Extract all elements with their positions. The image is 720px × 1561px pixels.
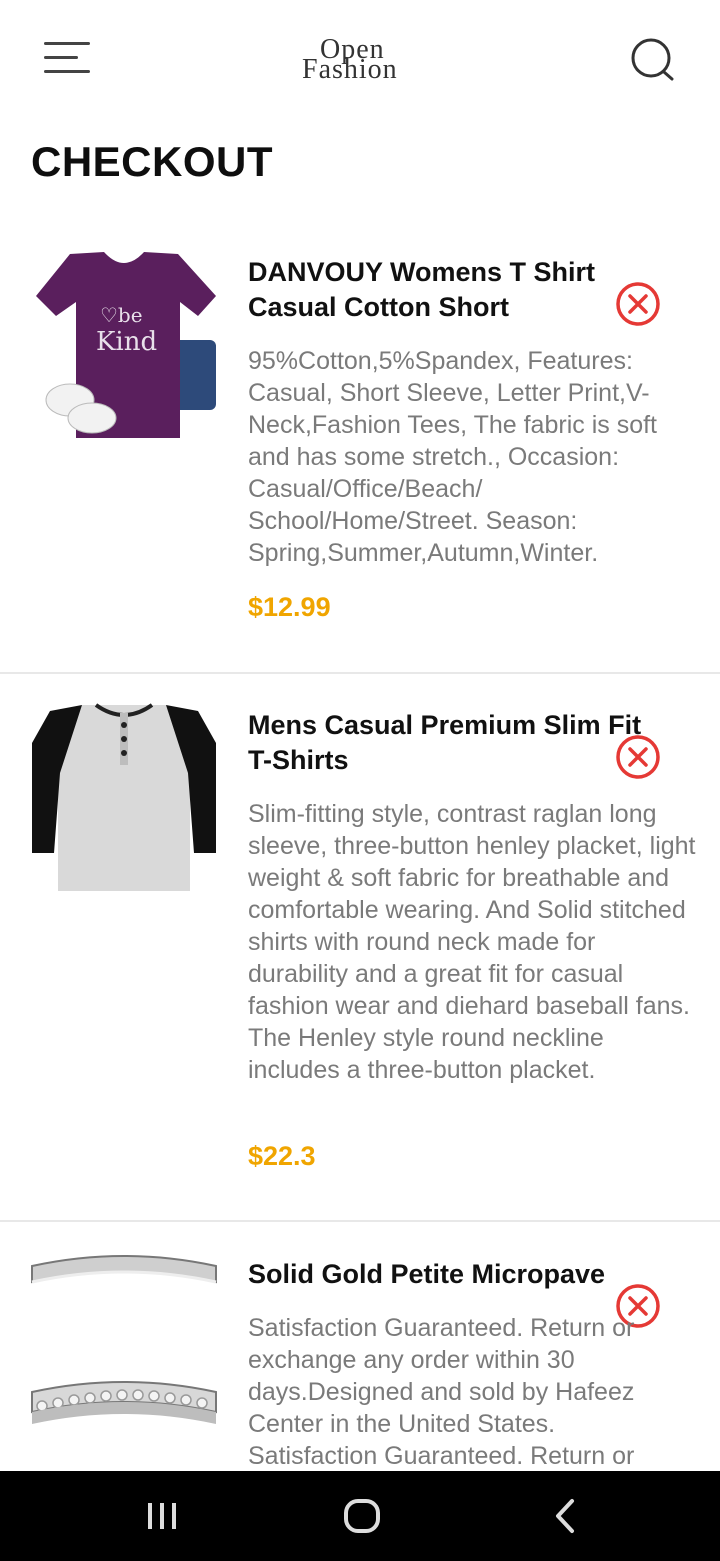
svg-text:♡be: ♡be bbox=[100, 303, 143, 327]
svg-text:Kind: Kind bbox=[96, 327, 157, 357]
item-description: 95%Cotton,5%Spandex, Features: Casual, S… bbox=[248, 347, 657, 567]
remove-item-icon[interactable] bbox=[614, 733, 662, 781]
page-title: CHECKOUT bbox=[31, 138, 273, 185]
remove-item-icon[interactable] bbox=[614, 280, 662, 328]
cart-item: ♡be Kind DANVOUY Womens T Shirt Casual C… bbox=[0, 250, 720, 670]
hamburger-menu-icon[interactable] bbox=[44, 42, 92, 76]
product-image-henley-shirt[interactable] bbox=[30, 703, 218, 891]
item-price: $12.99 bbox=[248, 592, 331, 622]
logo-word-fashion: Fashion bbox=[302, 54, 398, 85]
recent-apps-icon[interactable] bbox=[132, 1491, 192, 1541]
product-image-tshirt[interactable]: ♡be Kind bbox=[30, 250, 218, 438]
item-divider bbox=[0, 672, 720, 674]
search-icon[interactable] bbox=[630, 38, 676, 84]
item-description: Satisfaction Guaranteed. Return or excha… bbox=[248, 1314, 635, 1470]
system-navigation-bar bbox=[0, 1471, 720, 1561]
product-image-ring[interactable] bbox=[30, 1252, 218, 1440]
home-icon[interactable] bbox=[332, 1491, 392, 1541]
app-header: Open Fashion bbox=[0, 0, 720, 120]
item-name: Mens Casual Premium Slim Fit T-Shirts bbox=[248, 710, 642, 775]
back-icon[interactable] bbox=[534, 1491, 594, 1541]
cart-item: Solid Gold Petite Micropave Satisfaction… bbox=[0, 1252, 720, 1471]
app-logo[interactable]: Open Fashion bbox=[298, 32, 422, 88]
cart-item: Mens Casual Premium Slim Fit T-Shirts Sl… bbox=[0, 703, 720, 1218]
item-divider bbox=[0, 1220, 720, 1222]
item-name: Solid Gold Petite Micropave bbox=[248, 1259, 606, 1289]
item-description: Slim-fitting style, contrast raglan long… bbox=[248, 800, 696, 1084]
item-name: DANVOUY Womens T Shirt Casual Cotton Sho… bbox=[248, 257, 596, 322]
item-price: $22.3 bbox=[248, 1141, 316, 1171]
